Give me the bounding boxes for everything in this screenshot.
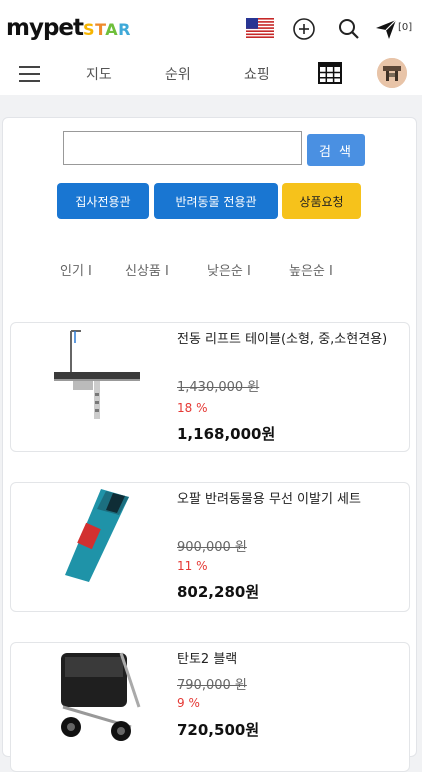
product-request-button[interactable]: 상품요청	[282, 183, 361, 219]
product-card[interactable]: 오팔 반려동물용 무선 이발기 세트 900,000 원 11 % 802,28…	[10, 482, 410, 612]
search-button[interactable]: 검 색	[307, 134, 365, 166]
product-name: 탄토2 블랙	[177, 652, 238, 667]
avatar[interactable]	[377, 58, 407, 88]
product-price: 1,168,000원	[177, 425, 276, 443]
mypetstar-logo[interactable]: mypetSTAR	[6, 14, 131, 44]
product-discount: 18 %	[177, 401, 208, 415]
sort-newest[interactable]: 신상품 I	[125, 260, 169, 279]
main-nav: 지도 순위 쇼핑	[0, 56, 422, 92]
product-name: 오팔 반려동물용 무선 이발기 세트	[177, 492, 361, 507]
butler-store-button[interactable]: 집사전용관	[57, 183, 149, 219]
logo-star-text: STAR	[83, 20, 131, 39]
product-card[interactable]: 전동 리프트 테이블(소형, 중,소현견용) 1,430,000 원 18 % …	[10, 322, 410, 452]
us-flag-icon[interactable]	[246, 18, 274, 38]
product-card[interactable]: 탄토2 블랙 790,000 원 9 % 720,500원	[10, 642, 410, 772]
nav-item-map[interactable]: 지도	[86, 64, 112, 84]
search-icon[interactable]	[337, 17, 361, 41]
stroller-image	[61, 652, 141, 741]
product-original-price: 1,430,000 원	[177, 380, 260, 395]
product-original-price: 900,000 원	[177, 540, 247, 555]
product-name: 전동 리프트 테이블(소형, 중,소현견용)	[177, 332, 388, 347]
nav-item-shopping[interactable]: 쇼핑	[244, 64, 270, 84]
pet-store-button[interactable]: 반려동물 전용관	[154, 183, 278, 219]
message-count: [0]	[398, 22, 413, 33]
avatar-image	[377, 58, 407, 88]
product-discount: 11 %	[177, 559, 208, 573]
search-input[interactable]	[63, 131, 302, 165]
nav-item-ranking[interactable]: 순위	[165, 64, 191, 84]
hamburger-menu-icon[interactable]	[19, 66, 40, 82]
sort-popular[interactable]: 인기 I	[60, 260, 92, 279]
plus-circle-icon[interactable]	[292, 17, 316, 41]
product-discount: 9 %	[177, 696, 200, 710]
product-price: 720,500원	[177, 721, 260, 739]
logo-main-text: mypet	[6, 15, 84, 41]
product-original-price: 790,000 원	[177, 678, 247, 693]
product-price: 802,280원	[177, 583, 260, 601]
clipper-image	[65, 489, 129, 582]
sort-price-high[interactable]: 높은순 I	[289, 260, 333, 279]
paper-plane-icon[interactable]	[375, 17, 397, 41]
app-header: mypetSTAR [0] 지도 순위 쇼핑	[0, 0, 422, 95]
sort-price-low[interactable]: 낮은순 I	[207, 260, 251, 279]
lift-table-image	[54, 330, 140, 419]
table-grid-icon[interactable]	[318, 62, 342, 84]
